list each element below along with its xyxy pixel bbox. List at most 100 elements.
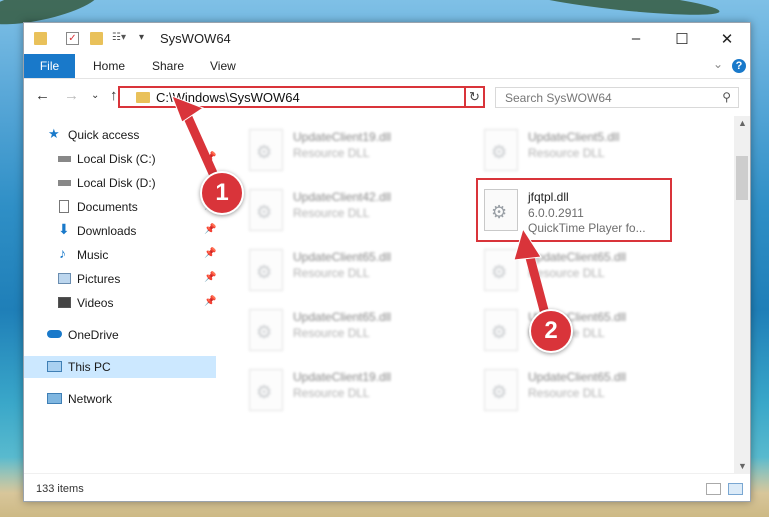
- forward-icon[interactable]: →: [64, 87, 79, 104]
- close-button[interactable]: ✕: [704, 23, 750, 54]
- sidebar-item-this-pc[interactable]: This PC: [24, 356, 216, 378]
- file-name: UpdateClient65.dll: [293, 250, 392, 264]
- item-count: 133 items: [36, 483, 84, 495]
- folder-icon: [34, 32, 47, 45]
- sidebar-item-label: This PC: [68, 360, 111, 374]
- vertical-scrollbar[interactable]: ▲ ▼: [734, 116, 750, 473]
- large-icons-view-icon[interactable]: [728, 483, 743, 495]
- file-name: UpdateClient65.dll: [528, 250, 627, 264]
- expand-ribbon-icon[interactable]: ⌄: [713, 57, 723, 71]
- address-path: C:\Windows\SysWOW64: [156, 90, 300, 105]
- palm-frond-decoration: [519, 0, 721, 21]
- address-bar[interactable]: C:\Windows\SysWOW64 ⌄: [118, 86, 485, 108]
- sidebar-item-label: Videos: [77, 296, 114, 310]
- file-tile[interactable]: ⚙ UpdateClient65.dll Resource DLL: [249, 306, 459, 354]
- dll-file-icon: ⚙: [249, 189, 283, 231]
- star-icon: ★: [48, 126, 60, 141]
- file-tile[interactable]: ⚙ UpdateClient19.dll Resource DLL: [249, 366, 459, 414]
- sidebar-item-label: Documents: [77, 200, 138, 214]
- file-version: 6.0.0.2911: [528, 206, 584, 220]
- sidebar-item-label: Local Disk (D:): [77, 176, 156, 190]
- network-icon: [47, 393, 62, 404]
- file-tile[interactable]: ⚙ UpdateClient65.dll Resource DLL: [484, 366, 694, 414]
- back-icon[interactable]: ←: [35, 87, 50, 104]
- music-icon: ♪: [59, 245, 66, 261]
- step-badge-2: 2: [529, 309, 573, 353]
- sidebar-item-videos[interactable]: Videos 📌: [24, 292, 216, 314]
- file-tile-jfqtpl[interactable]: ⚙ jfqtpl.dll 6.0.0.2911 QuickTime Player…: [476, 178, 672, 242]
- minimize-button[interactable]: –: [613, 23, 659, 54]
- scroll-up-icon[interactable]: ▲: [738, 118, 747, 128]
- pictures-icon: [58, 273, 71, 284]
- help-icon[interactable]: ?: [732, 59, 746, 73]
- sidebar-item-pictures[interactable]: Pictures 📌: [24, 268, 216, 290]
- file-list: ⚙ UpdateClient19.dll Resource DLL ⚙ Upda…: [216, 116, 732, 473]
- sidebar-item-label: Local Disk (C:): [77, 152, 156, 166]
- details-view-icon[interactable]: [706, 483, 721, 495]
- scroll-down-icon[interactable]: ▼: [738, 461, 747, 471]
- pin-icon: 📌: [204, 152, 217, 163]
- file-tile[interactable]: ⚙ UpdateClient65.dll Resource DLL: [249, 246, 459, 294]
- sidebar-item-documents[interactable]: Documents 📌: [24, 196, 216, 218]
- tab-share[interactable]: Share: [152, 59, 184, 73]
- sidebar-item-downloads[interactable]: ⬇ Downloads 📌: [24, 220, 216, 242]
- search-placeholder: Search SysWOW64: [505, 91, 612, 105]
- pin-icon: 📌: [204, 296, 217, 307]
- file-name: UpdateClient19.dll: [293, 130, 392, 144]
- qa-dropdown-icon[interactable]: ▾: [139, 32, 152, 45]
- file-type: Resource DLL: [528, 266, 605, 280]
- status-bar: 133 items: [24, 473, 750, 502]
- file-description: QuickTime Player fo...: [528, 221, 646, 235]
- new-folder-icon[interactable]: [90, 32, 103, 45]
- file-tile[interactable]: ⚙ UpdateClient5.dll Resource DLL: [484, 126, 694, 174]
- download-icon: ⬇: [58, 221, 70, 237]
- sidebar-item-label: Downloads: [77, 224, 137, 238]
- tab-file[interactable]: File: [24, 54, 75, 78]
- sidebar-item-network[interactable]: Network: [24, 388, 216, 410]
- computer-icon: [47, 361, 62, 372]
- navigation-pane: ★ Quick access Local Disk (C:) 📌 Local D…: [24, 116, 216, 473]
- file-tile[interactable]: ⚙ UpdateClient65.dll Resource DLL: [484, 246, 694, 294]
- navigation-bar: ← → ⌄ ↑ C:\Windows\SysWOW64 ⌄ ↻ Search S…: [24, 78, 750, 116]
- scrollbar-thumb[interactable]: [736, 156, 748, 200]
- file-type: Resource DLL: [293, 206, 370, 220]
- up-icon[interactable]: ↑: [110, 87, 118, 104]
- sidebar-item-label: Quick access: [68, 128, 140, 142]
- window-title: SysWOW64: [160, 31, 231, 46]
- file-name: UpdateClient19.dll: [293, 370, 392, 384]
- file-type: Resource DLL: [293, 146, 370, 160]
- explorer-window: ✓ ☷▾ ▾ SysWOW64 – ☐ ✕ File Home Share Vi…: [23, 22, 751, 502]
- dll-file-icon: ⚙: [484, 309, 518, 351]
- file-type: Resource DLL: [293, 266, 370, 280]
- sidebar-item-label: OneDrive: [68, 328, 119, 342]
- maximize-button[interactable]: ☐: [659, 23, 705, 54]
- sidebar-item-local-disk-c[interactable]: Local Disk (C:) 📌: [24, 148, 216, 170]
- dll-file-icon: ⚙: [484, 249, 518, 291]
- file-tile[interactable]: ⚙ UpdateClient65.dll Resource DLL: [484, 306, 694, 354]
- pin-icon: 📌: [204, 224, 217, 235]
- videos-icon: [58, 297, 71, 308]
- properties-icon[interactable]: ✓: [66, 32, 79, 45]
- pin-icon: 📌: [204, 248, 217, 259]
- dll-file-icon: ⚙: [484, 129, 518, 171]
- file-type: Resource DLL: [528, 386, 605, 400]
- tab-home[interactable]: Home: [93, 59, 125, 73]
- dll-file-icon: ⚙: [249, 129, 283, 171]
- dll-file-icon: ⚙: [249, 249, 283, 291]
- file-tile[interactable]: ⚙ UpdateClient42.dll Resource DLL: [249, 186, 459, 234]
- tab-view[interactable]: View: [210, 59, 236, 73]
- sidebar-item-local-disk-d[interactable]: Local Disk (D:): [24, 172, 216, 194]
- dll-file-icon: ⚙: [249, 369, 283, 411]
- ribbon-tabs: File Home Share View ⌄ ?: [24, 54, 750, 79]
- refresh-button[interactable]: ↻: [464, 86, 485, 108]
- file-name: UpdateClient65.dll: [528, 370, 627, 384]
- search-input[interactable]: Search SysWOW64 ⚲: [495, 87, 739, 108]
- recent-locations-icon[interactable]: ⌄: [91, 90, 99, 101]
- customize-quick-access-icon[interactable]: ☷▾: [112, 32, 134, 45]
- drive-icon: [58, 180, 71, 186]
- sidebar-item-music[interactable]: ♪ Music 📌: [24, 244, 216, 266]
- file-tile[interactable]: ⚙ UpdateClient19.dll Resource DLL: [249, 126, 459, 174]
- sidebar-item-onedrive[interactable]: OneDrive: [24, 324, 216, 346]
- document-icon: [59, 200, 69, 213]
- sidebar-item-quick-access[interactable]: ★ Quick access: [24, 124, 216, 146]
